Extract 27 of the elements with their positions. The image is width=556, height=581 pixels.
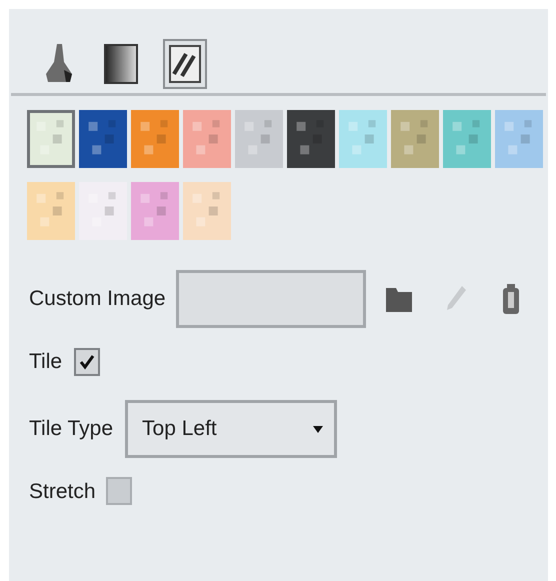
stretch-label: Stretch <box>29 478 96 504</box>
pattern-swatch[interactable] <box>183 182 231 240</box>
dropdown-arrow-icon <box>312 424 324 434</box>
pattern-swatch[interactable] <box>131 182 179 240</box>
pattern-swatch[interactable] <box>391 110 439 168</box>
pattern-swatch[interactable] <box>27 182 75 240</box>
checkbox[interactable] <box>106 477 132 506</box>
gradient-icon <box>104 44 138 84</box>
pattern-swatch[interactable] <box>79 110 127 168</box>
pattern-swatch[interactable] <box>79 182 127 240</box>
tile-type-label: Tile Type <box>29 416 114 442</box>
pattern-swatch[interactable] <box>287 110 335 168</box>
hatch-pattern-icon <box>168 44 202 84</box>
pattern-swatch[interactable] <box>235 110 283 168</box>
checkbox[interactable] <box>74 348 100 376</box>
fill-type-tab[interactable] <box>163 39 207 89</box>
pattern-swatch[interactable] <box>131 110 179 168</box>
pattern-swatch[interactable] <box>443 110 491 168</box>
pattern-swatch[interactable] <box>183 110 231 168</box>
checkmark-icon <box>78 352 96 371</box>
pattern-swatch[interactable] <box>27 110 75 168</box>
tile-type-dropdown[interactable]: Top Left <box>125 400 338 458</box>
custom-image-field[interactable] <box>176 270 366 328</box>
pattern-swatch[interactable] <box>495 110 543 168</box>
pattern-swatch[interactable] <box>339 110 387 168</box>
tile-label: Tile <box>29 349 62 375</box>
custom-image-label: Custom Image <box>29 286 166 312</box>
